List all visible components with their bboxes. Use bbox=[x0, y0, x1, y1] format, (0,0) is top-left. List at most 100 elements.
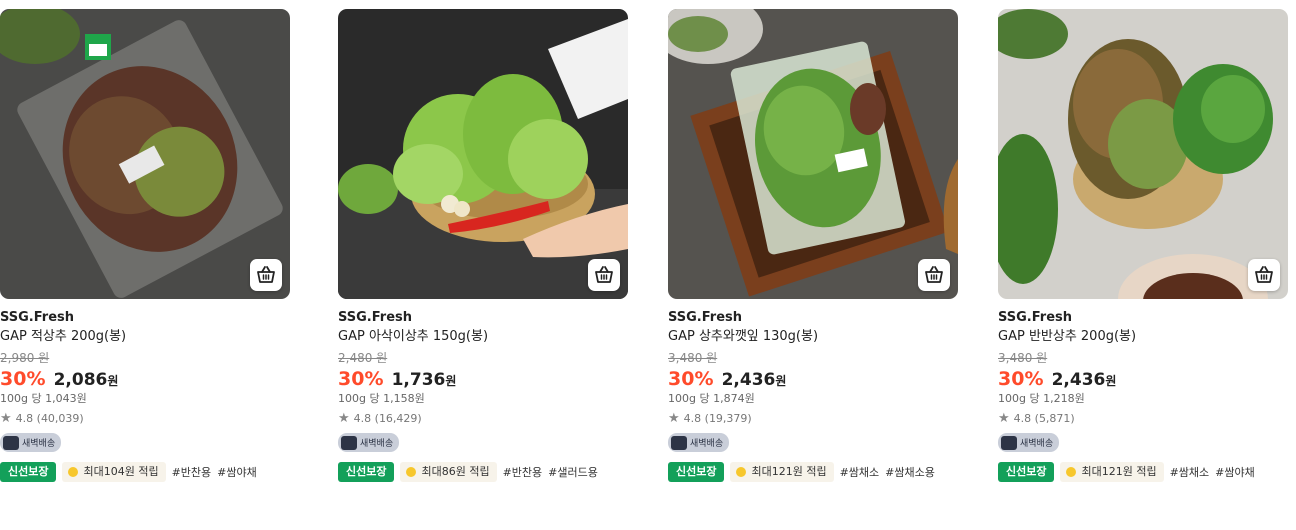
tag-row: 신선보장 최대121원 적립 #쌈채소 #쌈야채 bbox=[998, 461, 1288, 482]
coin-icon bbox=[406, 466, 417, 477]
rating-value: 4.8 (19,379) bbox=[683, 412, 752, 425]
product-name[interactable]: GAP 아삭이상추 150g(봉) bbox=[338, 329, 628, 345]
product-image[interactable] bbox=[998, 9, 1288, 299]
delivery-badge: 새벽배송 bbox=[668, 433, 730, 452]
price-row: 30% 2,086원 bbox=[0, 367, 290, 391]
price-row: 30% 2,436원 bbox=[668, 367, 958, 391]
product-name[interactable]: GAP 상추와깻잎 130g(봉) bbox=[668, 329, 958, 345]
tag-row: 신선보장 최대121원 적립 #쌈채소 #쌈채소용 bbox=[668, 461, 958, 482]
product-card[interactable]: SSG.Fresh GAP 반반상추 200g(봉) 3,480 원 30% 2… bbox=[998, 9, 1288, 482]
sale-price: 1,736 bbox=[391, 370, 446, 390]
hashtag[interactable]: #반찬용 bbox=[172, 464, 212, 480]
sale-price: 2,436 bbox=[721, 370, 776, 390]
currency-unit: 원 bbox=[445, 374, 457, 388]
price-row: 30% 2,436원 bbox=[998, 367, 1288, 391]
discount-rate: 30% bbox=[0, 368, 46, 390]
add-to-cart-button[interactable] bbox=[250, 259, 282, 291]
rating-value: 4.8 (16,429) bbox=[353, 412, 422, 425]
dawn-delivery-truck-icon bbox=[671, 435, 687, 450]
point-badge: 최대121원 적립 bbox=[730, 461, 834, 482]
dawn-delivery-truck-icon bbox=[3, 435, 19, 450]
lettuce-basket-photo-icon bbox=[338, 9, 628, 299]
product-card[interactable]: SSG.Fresh GAP 아삭이상추 150g(봉) 2,480 원 30% … bbox=[338, 9, 628, 482]
point-badge: 최대104원 적립 bbox=[62, 461, 166, 482]
original-price: 2,480 원 bbox=[338, 351, 388, 365]
star-icon: ★ bbox=[0, 411, 12, 426]
brand-name[interactable]: SSG.Fresh bbox=[668, 310, 958, 326]
product-name[interactable]: GAP 적상추 200g(봉) bbox=[0, 329, 290, 345]
brand-name[interactable]: SSG.Fresh bbox=[0, 310, 290, 326]
discount-rate: 30% bbox=[998, 368, 1044, 390]
brand-name[interactable]: SSG.Fresh bbox=[998, 310, 1288, 326]
cart-basket-icon bbox=[257, 266, 275, 283]
coin-icon bbox=[1066, 466, 1077, 477]
product-card[interactable]: SSG.Fresh GAP 상추와깻잎 130g(봉) 3,480 원 30% … bbox=[668, 9, 958, 482]
star-icon: ★ bbox=[338, 411, 350, 426]
point-badge: 최대121원 적립 bbox=[1060, 461, 1164, 482]
hashtag[interactable]: #쌈야채 bbox=[217, 464, 257, 480]
hashtag[interactable]: #쌈채소 bbox=[1170, 464, 1210, 480]
hashtag[interactable]: #샐러드용 bbox=[548, 464, 598, 480]
rating: ★ 4.8 (40,039) bbox=[0, 412, 290, 426]
point-label: 최대104원 적립 bbox=[83, 464, 159, 478]
product-image[interactable] bbox=[668, 9, 958, 299]
brand-name[interactable]: SSG.Fresh bbox=[338, 310, 628, 326]
sale-price: 2,086 bbox=[53, 370, 108, 390]
unit-price: 100g 당 1,874원 bbox=[668, 392, 755, 405]
point-badge: 최대86원 적립 bbox=[400, 461, 497, 482]
rating: ★ 4.8 (5,871) bbox=[998, 412, 1288, 426]
product-image[interactable] bbox=[0, 9, 290, 299]
fresh-guarantee-badge: 신선보장 bbox=[338, 461, 395, 482]
delivery-label: 새벽배송 bbox=[1020, 439, 1054, 449]
coin-icon bbox=[736, 466, 747, 477]
rating-value: 4.8 (40,039) bbox=[15, 412, 84, 425]
tag-row: 신선보장 최대104원 적립 #반찬용 #쌈야채 bbox=[0, 461, 290, 482]
rating: ★ 4.8 (19,379) bbox=[668, 412, 958, 426]
dawn-delivery-truck-icon bbox=[341, 435, 357, 450]
delivery-badge: 새벽배송 bbox=[338, 433, 400, 452]
unit-price: 100g 당 1,043원 bbox=[0, 392, 87, 405]
point-label: 최대86원 적립 bbox=[421, 464, 490, 478]
sale-price: 2,436 bbox=[1051, 370, 1106, 390]
hashtag[interactable]: #쌈채소 bbox=[840, 464, 880, 480]
unit-price: 100g 당 1,218원 bbox=[998, 392, 1085, 405]
delivery-label: 새벽배송 bbox=[360, 439, 394, 449]
original-price: 2,980 원 bbox=[0, 351, 50, 365]
product-image[interactable] bbox=[338, 9, 628, 299]
cart-basket-icon bbox=[595, 266, 613, 283]
packaged-greens-in-wooden-box-photo-icon bbox=[668, 9, 958, 299]
tag-row: 신선보장 최대86원 적립 #반찬용 #샐러드용 bbox=[338, 461, 628, 482]
fresh-guarantee-badge: 신선보장 bbox=[668, 461, 725, 482]
point-label: 최대121원 적립 bbox=[751, 464, 827, 478]
delivery-label: 새벽배송 bbox=[22, 439, 56, 449]
rating: ★ 4.8 (16,429) bbox=[338, 412, 628, 426]
cart-basket-icon bbox=[925, 266, 943, 283]
price-row: 30% 1,736원 bbox=[338, 367, 628, 391]
discount-rate: 30% bbox=[668, 368, 714, 390]
star-icon: ★ bbox=[998, 411, 1010, 426]
dawn-delivery-truck-icon bbox=[1001, 435, 1017, 450]
unit-price: 100g 당 1,158원 bbox=[338, 392, 425, 405]
currency-unit: 원 bbox=[107, 374, 119, 388]
point-label: 최대121원 적립 bbox=[1081, 464, 1157, 478]
product-card[interactable]: SSG.Fresh GAP 적상추 200g(봉) 2,980 원 30% 2,… bbox=[0, 9, 290, 482]
hashtag[interactable]: #쌈채소용 bbox=[885, 464, 935, 480]
fresh-guarantee-badge: 신선보장 bbox=[0, 461, 57, 482]
add-to-cart-button[interactable] bbox=[918, 259, 950, 291]
original-price: 3,480 원 bbox=[668, 351, 718, 365]
hashtag[interactable]: #반찬용 bbox=[503, 464, 543, 480]
currency-unit: 원 bbox=[775, 374, 787, 388]
add-to-cart-button[interactable] bbox=[1248, 259, 1280, 291]
delivery-badge: 새벽배송 bbox=[998, 433, 1060, 452]
rating-value: 4.8 (5,871) bbox=[1013, 412, 1075, 425]
delivery-label: 새벽배송 bbox=[690, 439, 724, 449]
red-lettuce-bag-photo-icon bbox=[0, 9, 290, 299]
coin-icon bbox=[68, 466, 79, 477]
delivery-badge: 새벽배송 bbox=[0, 433, 62, 452]
add-to-cart-button[interactable] bbox=[588, 259, 620, 291]
currency-unit: 원 bbox=[1105, 374, 1117, 388]
product-name[interactable]: GAP 반반상추 200g(봉) bbox=[998, 329, 1288, 345]
fresh-guarantee-badge: 신선보장 bbox=[998, 461, 1055, 482]
discount-rate: 30% bbox=[338, 368, 384, 390]
hashtag[interactable]: #쌈야채 bbox=[1215, 464, 1255, 480]
